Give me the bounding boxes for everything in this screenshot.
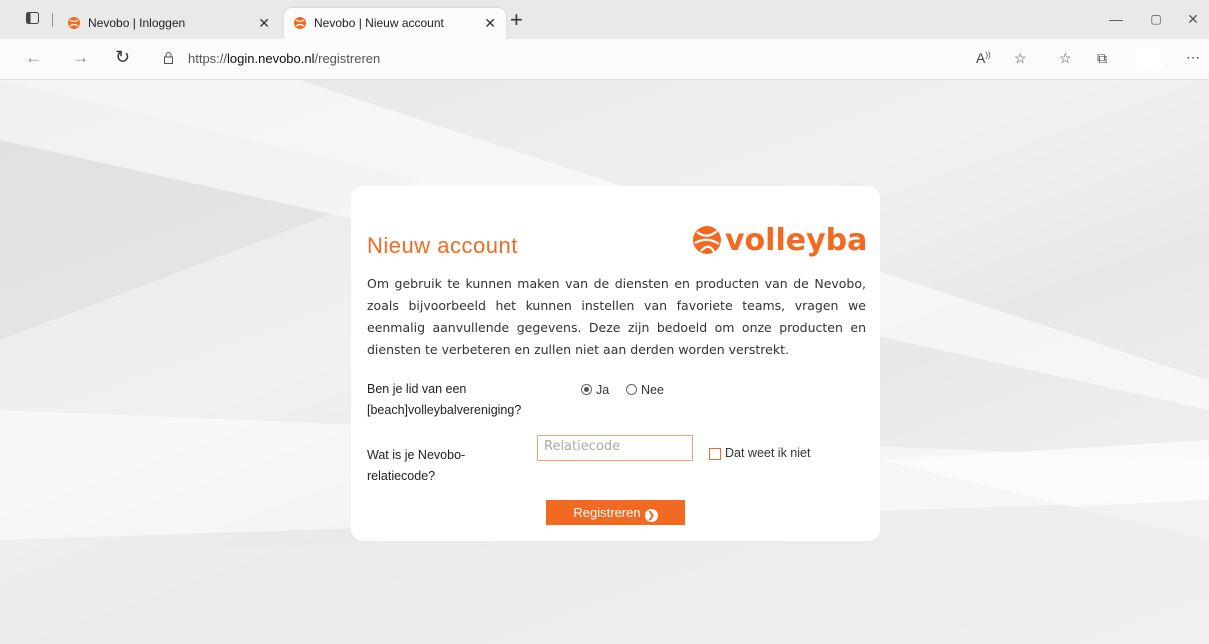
radio-nee-button[interactable]	[626, 384, 637, 395]
favorites-icon[interactable]: ☆	[1059, 50, 1072, 67]
volleybal-favicon-icon	[68, 17, 80, 29]
volleybal-favicon-icon	[294, 17, 306, 29]
radio-ja-button[interactable]	[581, 384, 592, 395]
close-tab-icon[interactable]: ✕	[258, 8, 270, 39]
intro-text: Om gebruik te kunnen maken van de dienst…	[367, 276, 866, 357]
radio-nee[interactable]: Nee	[626, 383, 664, 397]
back-icon[interactable]: ←	[25, 48, 42, 68]
tab-actions-icon[interactable]	[22, 9, 42, 29]
tab-title: Nevobo | Inloggen	[88, 16, 186, 30]
dont-know-checkbox[interactable]	[709, 448, 721, 460]
radio-ja-label: Ja	[596, 383, 610, 397]
tab-title: Nevobo | Nieuw account	[314, 16, 444, 30]
add-favorite-icon[interactable]: ☆	[1014, 50, 1027, 67]
page-title: Nieuw account	[367, 233, 518, 258]
address-bar[interactable]: https://login.nevobo.nl/registreren	[188, 51, 380, 66]
tab-inloggen[interactable]: Nevobo | Inloggen ✕	[58, 8, 280, 39]
close-tab-icon[interactable]: ✕	[484, 8, 496, 39]
minimize-icon[interactable]: —	[1106, 9, 1126, 29]
restore-icon[interactable]: ▢	[1146, 9, 1166, 29]
page-background: Nieuw account volleybal Om gebruik te ku…	[0, 80, 1209, 644]
collections-icon[interactable]: ⧉	[1097, 50, 1107, 67]
profile-avatar[interactable]	[1136, 47, 1162, 71]
register-button-label: Registreren	[573, 505, 641, 520]
lock-icon[interactable]	[164, 52, 173, 64]
refresh-icon[interactable]: ↻	[115, 47, 130, 68]
tab-separator	[52, 13, 53, 27]
tab-strip: Nevobo | Inloggen ✕ Nevobo | Nieuw accou…	[0, 0, 1209, 39]
arrow-right-icon: ❯	[644, 509, 658, 522]
address-toolbar: ← → ↻ https://login.nevobo.nl/registrere…	[0, 39, 1209, 80]
close-window-icon[interactable]: ✕	[1183, 9, 1203, 29]
relatiecode-input[interactable]: Relatiecode	[537, 435, 693, 461]
radio-nee-label: Nee	[641, 383, 664, 397]
radio-ja[interactable]: Ja	[581, 383, 609, 397]
registration-card: Nieuw account volleybal Om gebruik te ku…	[351, 186, 880, 541]
volleybal-logo: volleybal	[691, 223, 878, 258]
forward-icon[interactable]: →	[72, 48, 89, 68]
read-aloud-icon[interactable]: A))	[976, 50, 991, 66]
dont-know-label: Dat weet ik niet	[725, 446, 811, 460]
code-question-label: Wat is je Nevobo-relatiecode?	[367, 448, 466, 483]
more-icon[interactable]: ⋯	[1186, 49, 1200, 66]
new-tab-button[interactable]: +	[510, 7, 523, 33]
register-button[interactable]: Registreren ❯	[546, 500, 685, 525]
logo-text: volleybal	[725, 223, 866, 257]
member-question-label: Ben je lid van een [beach]volleybalveren…	[367, 382, 522, 417]
tab-nieuw-account[interactable]: Nevobo | Nieuw account ✕	[284, 8, 506, 39]
